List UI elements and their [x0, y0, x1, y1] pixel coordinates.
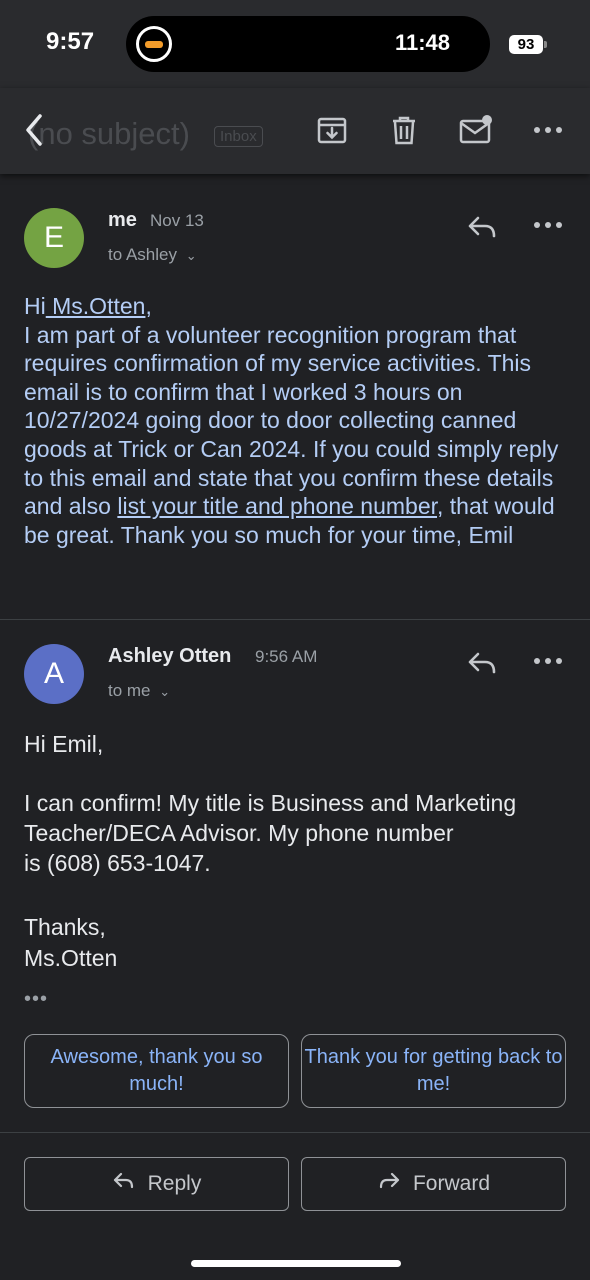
recipient-text: to Ashley — [108, 245, 177, 264]
reply-line-2: Teacher/DECA Advisor. My phone number — [24, 820, 454, 846]
mark-unread-icon[interactable] — [458, 112, 494, 148]
email-toolbar: (no subject) Inbox — [0, 88, 590, 174]
actions-divider — [0, 1132, 590, 1133]
body-text-part1: I am part of a volunteer recognition pro… — [24, 321, 559, 520]
greeting-suffix: , — [145, 293, 152, 319]
message-body: Hi Ms.Otten, I am part of a volunteer rec… — [24, 292, 574, 549]
activity-timer: 11:48 — [394, 30, 450, 55]
back-arrow-icon[interactable] — [20, 110, 50, 150]
underlined-request: list your title and phone number — [117, 493, 438, 520]
message-more-icon[interactable] — [531, 644, 565, 678]
reply-signature: Ms.Otten — [24, 945, 118, 971]
status-bar: 9:57 11:48 93 — [0, 0, 590, 88]
reply-greeting: Hi Emil, — [24, 731, 104, 757]
avatar[interactable]: E — [24, 208, 84, 268]
recipient-line[interactable]: to Ashley ⌄ — [108, 245, 197, 265]
greeting-prefix: Hi — [24, 293, 46, 319]
message-more-icon[interactable] — [531, 208, 565, 242]
email-subject: (no subject) — [28, 116, 190, 151]
message-time: 9:56 AM — [255, 647, 318, 666]
reply-label: Reply — [147, 1172, 202, 1195]
battery-tip — [544, 41, 547, 48]
more-icon[interactable] — [530, 112, 566, 148]
message-divider — [0, 619, 590, 620]
show-trimmed-content-button[interactable]: ••• — [24, 984, 48, 1015]
avatar[interactable]: A — [24, 644, 84, 704]
chevron-down-icon: ⌄ — [159, 684, 171, 699]
reply-arrow-icon — [112, 1169, 136, 1199]
live-activity-icon — [136, 26, 172, 62]
battery-indicator: 93 — [509, 35, 543, 54]
trash-icon[interactable] — [386, 112, 422, 148]
reply-line-3: is (608) 653-1047. — [24, 850, 211, 876]
forward-label: Forward — [412, 1172, 491, 1195]
dynamic-island[interactable]: 11:48 — [126, 16, 490, 72]
chevron-down-icon: ⌄ — [185, 248, 197, 263]
recipient-text: to me — [108, 681, 151, 700]
inbox-label: Inbox — [214, 126, 263, 147]
reply-button[interactable]: Reply — [24, 1157, 289, 1211]
reply-icon[interactable] — [465, 210, 499, 244]
sender-name: me — [108, 209, 137, 231]
forward-button[interactable]: Forward — [301, 1157, 566, 1211]
smart-reply-button[interactable]: Awesome, thank you so much! — [24, 1034, 289, 1108]
forward-arrow-icon — [377, 1169, 401, 1199]
home-indicator[interactable] — [191, 1260, 401, 1267]
reply-signoff: Thanks, — [24, 914, 106, 940]
smart-reply-button[interactable]: Thank you for getting back to me! — [301, 1034, 566, 1108]
reply-icon[interactable] — [465, 646, 499, 680]
reply-line-1: I can confirm! My title is Business and … — [24, 790, 517, 816]
status-time: 9:57 — [46, 28, 95, 55]
archive-icon[interactable] — [314, 112, 350, 148]
recipient-line[interactable]: to me ⌄ — [108, 681, 170, 701]
message-date: Nov 13 — [150, 211, 204, 230]
greeting-name-link[interactable]: Ms.Otten — [46, 293, 145, 319]
sender-name: Ashley Otten — [108, 645, 232, 667]
